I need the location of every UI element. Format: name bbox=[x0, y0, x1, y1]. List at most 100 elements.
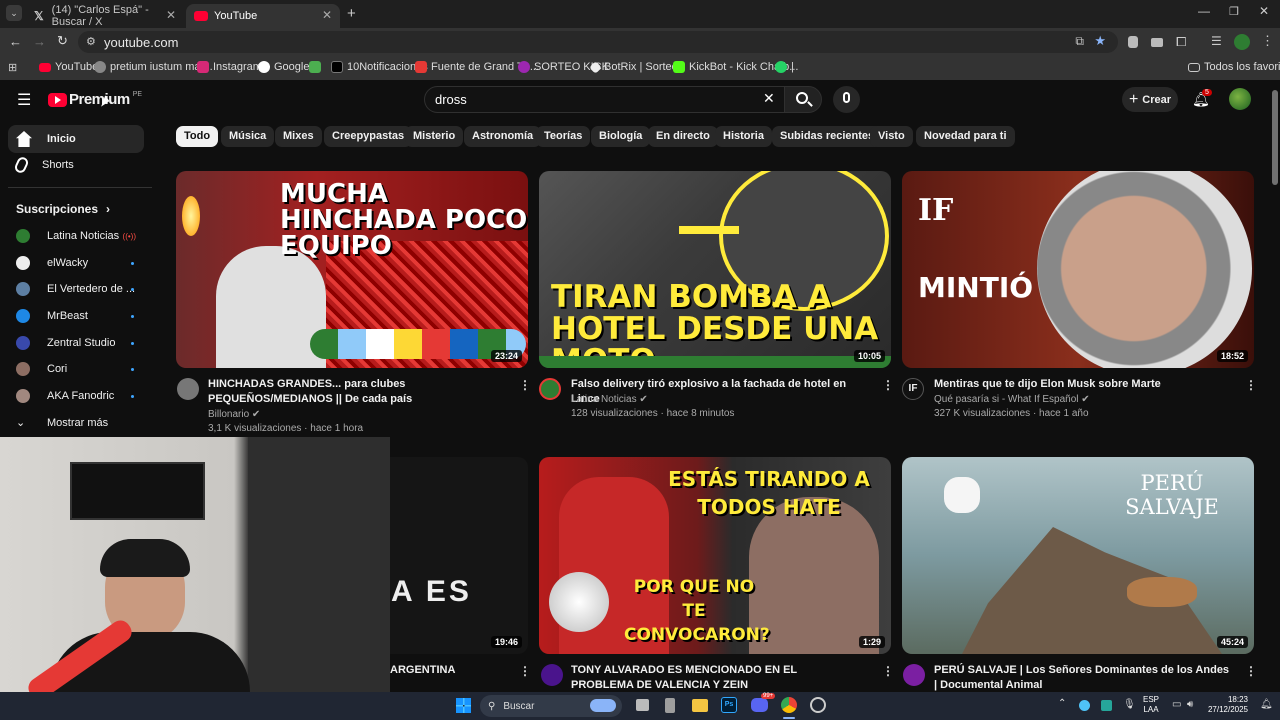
video-title[interactable]: PERÚ SALVAJE | Los Señores Dominantes de… bbox=[934, 663, 1234, 693]
video-thumbnail[interactable]: IF MINTIÓ 18:52 bbox=[902, 171, 1254, 368]
subscription-mrbeast[interactable]: MrBeast bbox=[16, 309, 136, 323]
bookmark-google[interactable]: Google bbox=[258, 61, 309, 73]
more-options-icon[interactable]: ⋮ bbox=[1245, 378, 1257, 392]
video-title[interactable]: Mentiras que te dijo Elon Musk sobre Mar… bbox=[934, 377, 1234, 392]
hamburger-menu-icon[interactable]: ☰ bbox=[17, 90, 31, 110]
language-indicator[interactable]: ESP LAA bbox=[1143, 695, 1159, 715]
tray-chevron-icon[interactable]: ⌃ bbox=[1058, 698, 1066, 709]
tab-x[interactable]: 𝕏 (14) "Carlos Espá" - Buscar / X ✕ bbox=[26, 4, 184, 28]
bookmark-10notificaciones[interactable]: 10Notificaciones bbox=[331, 61, 428, 73]
channel-avatar[interactable]: IF bbox=[902, 378, 924, 400]
notification-center-icon[interactable]: 🔔︎ bbox=[1260, 699, 1273, 710]
chip-misterio[interactable]: Misterio bbox=[405, 126, 464, 147]
extension-icon[interactable] bbox=[1128, 36, 1138, 48]
bookmark-pretium[interactable]: pretium iustum mat... bbox=[94, 61, 213, 73]
chip-historia[interactable]: Historia bbox=[715, 126, 772, 147]
all-bookmarks[interactable]: Todos los favoritos bbox=[1188, 61, 1280, 73]
subscription-aka-fanodric[interactable]: AKA Fanodric bbox=[16, 389, 136, 403]
bookmark-star-icon[interactable]: ★ bbox=[1094, 33, 1106, 49]
close-window-icon[interactable]: ✕ bbox=[1259, 4, 1269, 18]
tab-search-button[interactable]: ⌄ bbox=[6, 5, 22, 21]
windows-start-icon[interactable] bbox=[456, 698, 471, 713]
tray-icon[interactable] bbox=[1101, 700, 1112, 711]
subscription-el-vertedero[interactable]: El Vertedero de ... bbox=[16, 282, 136, 296]
search-button[interactable] bbox=[784, 86, 822, 113]
reload-icon[interactable]: ↻ bbox=[57, 33, 68, 49]
channel-avatar[interactable] bbox=[541, 664, 563, 686]
video-thumbnail[interactable]: MUCHA HINCHADA POCO EQUIPO 23:24 bbox=[176, 171, 528, 368]
bookmark-botrix[interactable]: BotRix | Sorteos bbox=[589, 60, 683, 74]
chip-mixes[interactable]: Mixes bbox=[275, 126, 322, 147]
close-tab-icon[interactable]: ✕ bbox=[166, 8, 176, 22]
subscription-zentral-studio[interactable]: Zentral Studio bbox=[16, 336, 136, 350]
video-channel[interactable]: Billonario ✔︎ bbox=[208, 407, 260, 422]
video-channel[interactable]: Qué pasaría si - What If Español ✔︎ bbox=[934, 392, 1090, 407]
tray-icon[interactable] bbox=[1079, 700, 1090, 711]
network-icon[interactable]: ▭ bbox=[1172, 699, 1181, 710]
more-options-icon[interactable]: ⋮ bbox=[1245, 664, 1257, 678]
channel-avatar[interactable] bbox=[177, 378, 199, 400]
video-thumbnail[interactable]: TIRAN BOMBA A HOTEL DESDE UNA MOTO 10:05 bbox=[539, 171, 891, 368]
subscription-elwacky[interactable]: elWacky bbox=[16, 256, 136, 270]
site-info-icon[interactable]: ⚙ bbox=[86, 35, 96, 48]
tab-youtube[interactable]: YouTube ✕ bbox=[186, 4, 340, 28]
video-title[interactable]: ARGENTINA bbox=[390, 663, 455, 678]
sidebar-item-shorts[interactable]: Shorts bbox=[8, 151, 144, 179]
video-thumbnail[interactable]: PERÚ SALVAJE 45:24 bbox=[902, 457, 1254, 654]
video-thumbnail[interactable]: ESTÁS TIRANDO A TODOS HATE POR QUE NO TE… bbox=[539, 457, 891, 654]
search-input[interactable]: dross bbox=[424, 86, 786, 113]
taskbar-search[interactable]: ⚲ Buscar bbox=[480, 695, 622, 717]
more-options-icon[interactable]: ⋮ bbox=[882, 664, 894, 678]
chip-visto[interactable]: Visto bbox=[870, 126, 913, 147]
sidebar-item-inicio[interactable]: Inicio bbox=[8, 125, 144, 153]
channel-avatar[interactable] bbox=[903, 664, 925, 686]
app-icon[interactable] bbox=[665, 698, 675, 713]
chrome-icon[interactable] bbox=[781, 697, 797, 713]
profile-avatar[interactable] bbox=[1234, 34, 1250, 50]
apps-icon[interactable]: ⊞ bbox=[8, 61, 17, 74]
show-more-button[interactable]: ⌄ Mostrar más bbox=[16, 416, 136, 430]
chip-musica[interactable]: Música bbox=[221, 126, 275, 147]
chip-astronomia[interactable]: Astronomía bbox=[464, 126, 542, 147]
task-view-icon[interactable] bbox=[636, 699, 649, 711]
photoshop-icon[interactable]: Ps bbox=[721, 697, 737, 713]
clear-search-icon[interactable]: ✕ bbox=[763, 90, 775, 107]
bookmark-unnamed[interactable] bbox=[309, 61, 321, 73]
chip-subidas-recientes[interactable]: Subidas recientes bbox=[772, 126, 883, 147]
video-channel[interactable]: Latina Noticias ✔︎ bbox=[571, 392, 648, 407]
voice-search-button[interactable] bbox=[833, 86, 860, 113]
more-options-icon[interactable]: ⋮ bbox=[882, 378, 894, 392]
maximize-icon[interactable]: ❐ bbox=[1229, 5, 1239, 18]
bookmark-instagram[interactable]: Instagram bbox=[197, 61, 262, 73]
address-bar[interactable]: ⚙ youtube.com ⧉ ★ bbox=[78, 31, 1118, 53]
back-icon[interactable]: ← bbox=[9, 34, 22, 49]
reading-list-icon[interactable]: ☰ bbox=[1211, 34, 1222, 48]
chip-biologia[interactable]: Biología bbox=[591, 126, 651, 147]
chip-en-directo[interactable]: En directo bbox=[648, 126, 718, 147]
discord-icon[interactable] bbox=[751, 698, 768, 712]
forward-icon[interactable]: → bbox=[33, 34, 46, 49]
video-title[interactable]: HINCHADAS GRANDES... para clubes PEQUEÑO… bbox=[208, 377, 508, 407]
chip-todo[interactable]: Todo bbox=[176, 126, 219, 147]
subscription-latina-noticias[interactable]: Latina Noticias ((•)) bbox=[16, 229, 136, 243]
clock[interactable]: 18:23 27/12/2025 bbox=[1206, 695, 1248, 715]
minimize-icon[interactable]: — bbox=[1198, 4, 1210, 18]
puzzle-icon[interactable]: ⧠ bbox=[1176, 34, 1186, 50]
video-title[interactable]: TONY ALVARADO ES MENCIONADO EN EL PROBLE… bbox=[571, 663, 861, 693]
menu-icon[interactable]: ⋮ bbox=[1261, 33, 1274, 49]
bookmark-whatsapp[interactable]: | bbox=[775, 61, 794, 73]
create-button[interactable]: + Crear bbox=[1122, 87, 1178, 112]
account-avatar[interactable] bbox=[1229, 88, 1251, 110]
close-tab-icon[interactable]: ✕ bbox=[322, 8, 332, 22]
app-icon[interactable] bbox=[810, 697, 826, 713]
channel-avatar[interactable] bbox=[539, 378, 561, 400]
chip-novedad[interactable]: Novedad para ti bbox=[916, 126, 1015, 147]
page-scrollbar[interactable] bbox=[1272, 90, 1278, 185]
youtube-logo[interactable]: Premium PE bbox=[48, 91, 142, 108]
notifications-button[interactable]: 🔔︎ 5 bbox=[1192, 89, 1212, 109]
tray-microphone-icon[interactable]: 🎙︎ bbox=[1123, 699, 1136, 710]
chip-teorias[interactable]: Teorías bbox=[536, 126, 591, 147]
volume-icon[interactable]: 🔊︎ bbox=[1187, 699, 1193, 710]
new-tab-icon[interactable]: + bbox=[347, 5, 356, 22]
subscriptions-header[interactable]: Suscripciones › bbox=[16, 202, 110, 216]
